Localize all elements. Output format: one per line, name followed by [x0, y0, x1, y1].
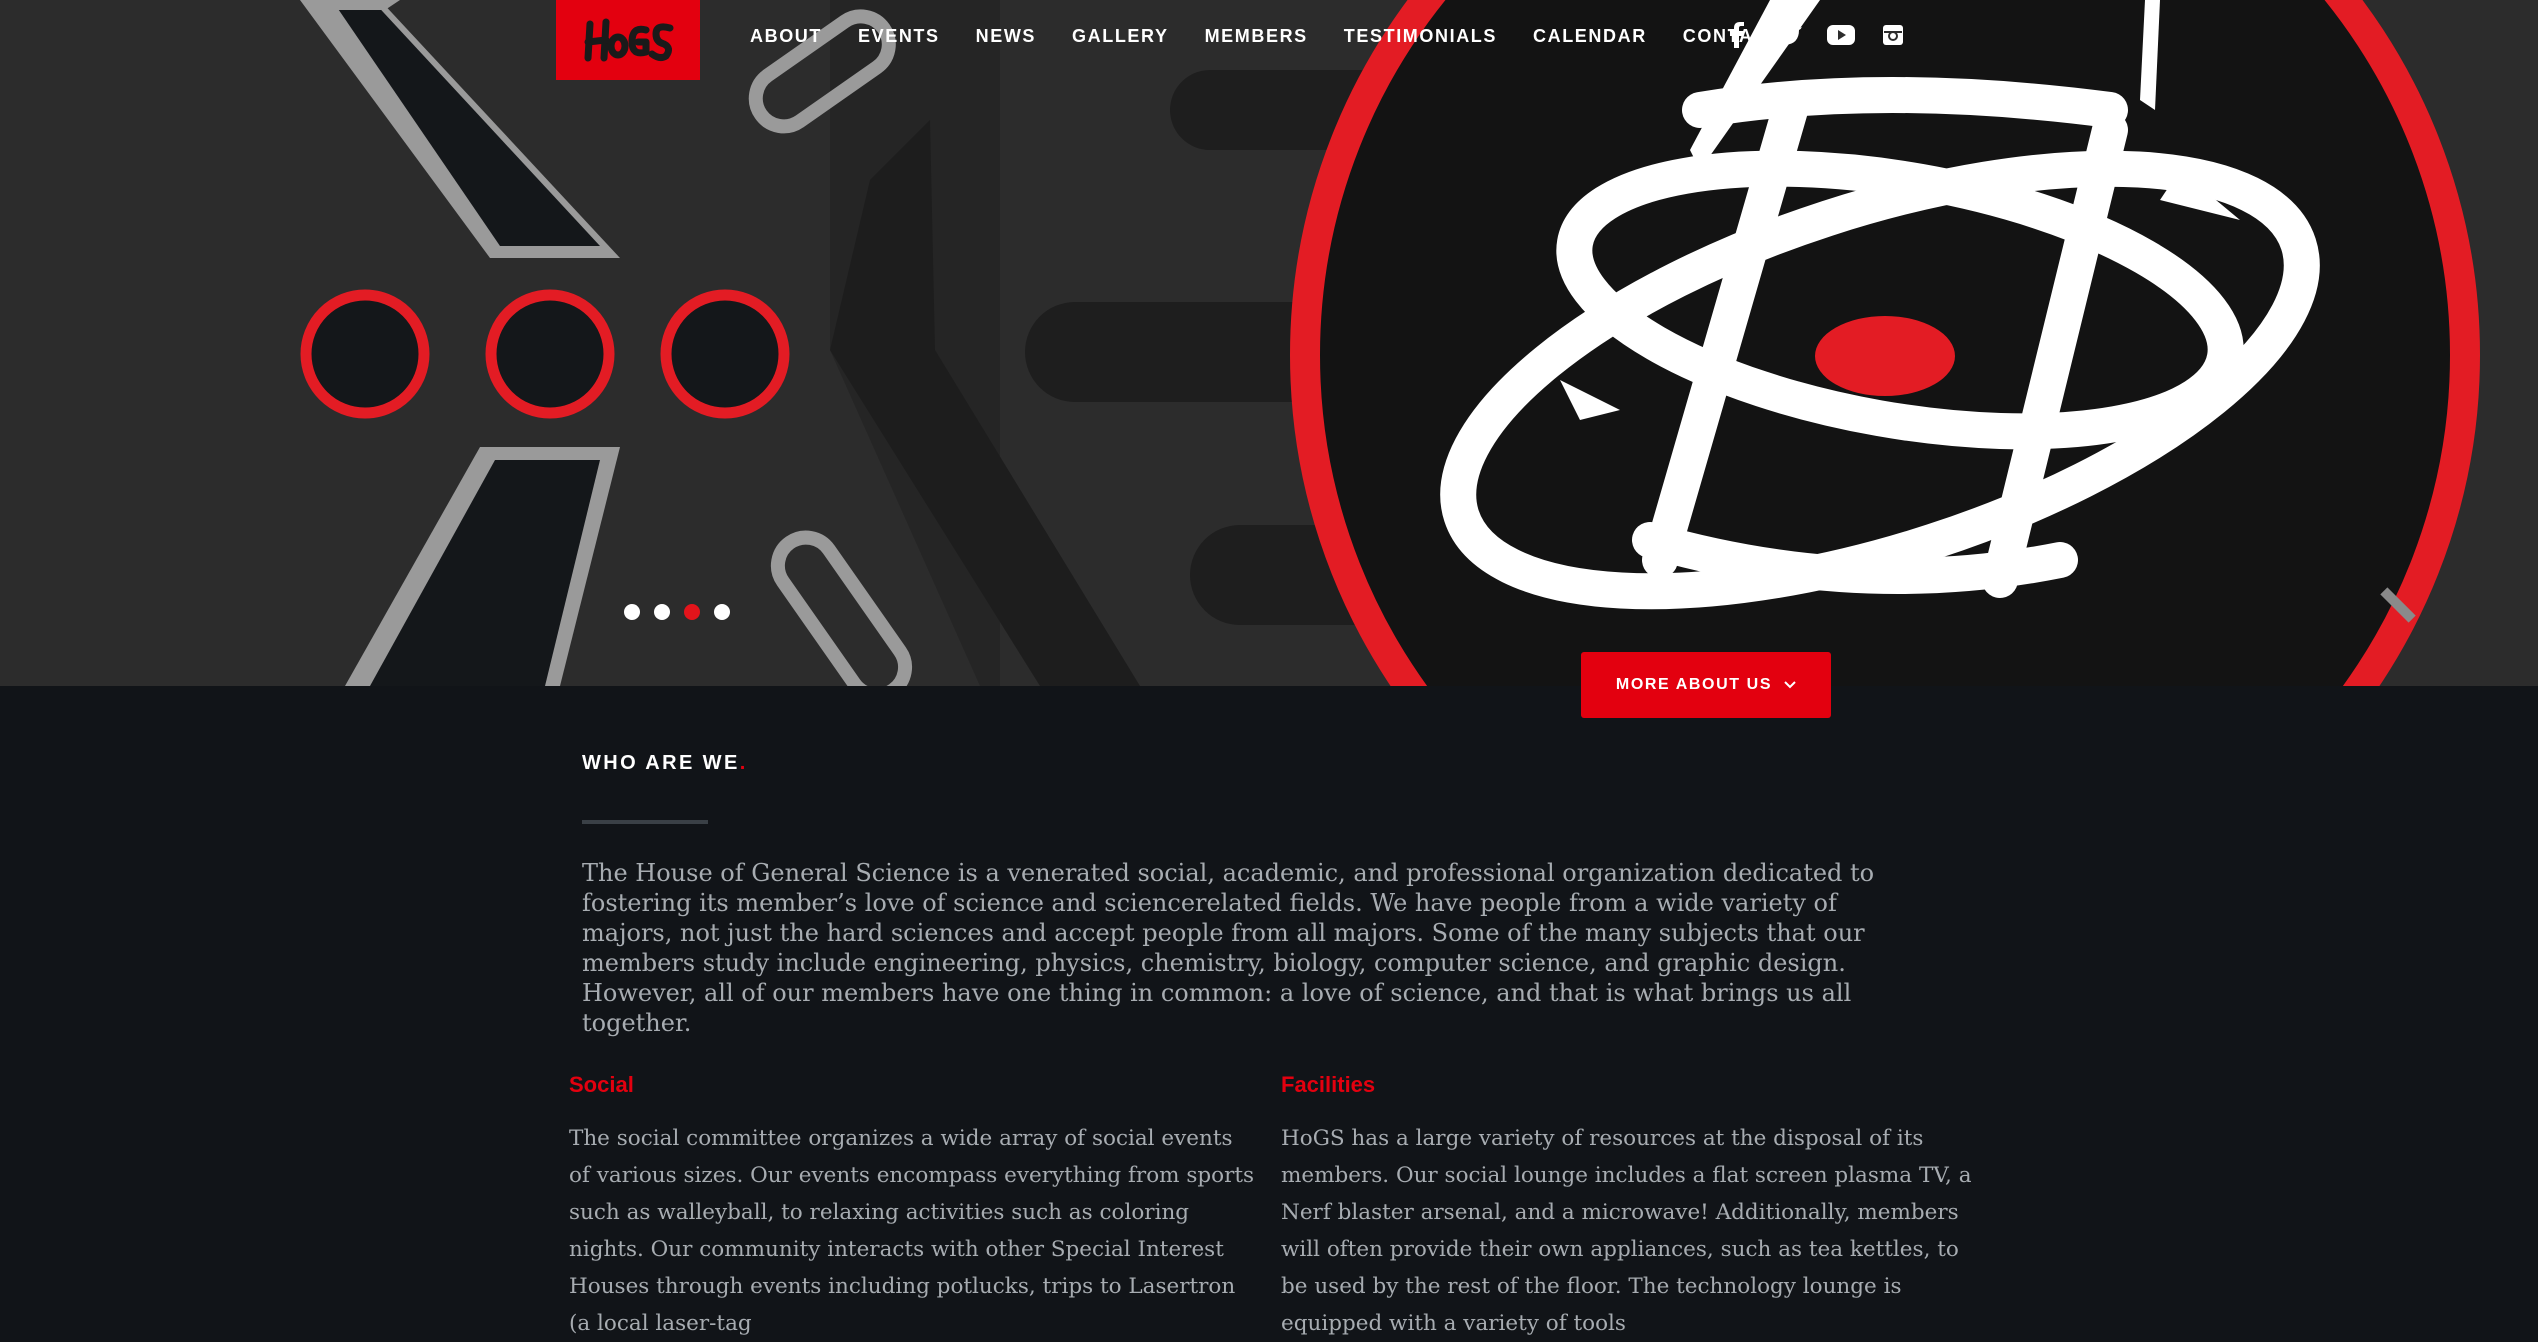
facilities-column: Facilities HoGS has a large variety of r… [1281, 1072, 1981, 1342]
nav-gallery[interactable]: GALLERY [1072, 26, 1169, 47]
section-divider [582, 820, 708, 824]
more-about-us-label: MORE ABOUT US [1615, 676, 1773, 693]
hogs-logo-icon [584, 18, 674, 62]
nav-calendar[interactable]: CALENDAR [1533, 26, 1647, 47]
instagram-icon[interactable] [1878, 20, 1908, 50]
slider-dot-active[interactable] [684, 604, 700, 620]
slider-dot[interactable] [624, 604, 640, 620]
hero-slider [0, 0, 2538, 686]
main-menu: ABOUT EVENTS NEWS GALLERY MEMBERS TESTIM… [750, 26, 1817, 47]
section-title-text: WHO ARE WE [582, 752, 740, 774]
facebook-icon[interactable] [1722, 20, 1752, 50]
slider-dot[interactable] [714, 604, 730, 620]
nav-members[interactable]: MEMBERS [1205, 26, 1308, 47]
slider-pagination [624, 604, 730, 620]
logo[interactable] [556, 0, 700, 80]
nav-events[interactable]: EVENTS [858, 26, 940, 47]
more-about-us-button[interactable]: MORE ABOUT US [1581, 652, 1831, 718]
nav-testimonials[interactable]: TESTIMONIALS [1344, 26, 1497, 47]
hero-background-art [0, 0, 2538, 686]
facilities-heading: Facilities [1281, 1072, 1376, 1097]
intro-paragraph: The House of General Science is a venera… [582, 859, 1875, 1037]
twitter-icon[interactable] [1774, 20, 1804, 50]
section-title: WHO ARE WE. [582, 752, 748, 775]
section-title-dot: . [739, 752, 748, 774]
nav-about[interactable]: ABOUT [750, 26, 822, 47]
social-heading: Social [569, 1072, 634, 1097]
nav-news[interactable]: NEWS [976, 26, 1036, 47]
facilities-text: HoGS has a large variety of resources at… [1281, 1126, 1972, 1336]
youtube-icon[interactable] [1826, 20, 1856, 50]
social-text: The social committee organizes a wide ar… [569, 1126, 1255, 1336]
top-navbar: ABOUT EVENTS NEWS GALLERY MEMBERS TESTIM… [556, 0, 1986, 80]
slider-dot[interactable] [654, 604, 670, 620]
social-column: Social The social committee organizes a … [569, 1072, 1259, 1342]
chevron-down-icon [1784, 681, 1796, 689]
social-links [1722, 20, 1908, 50]
